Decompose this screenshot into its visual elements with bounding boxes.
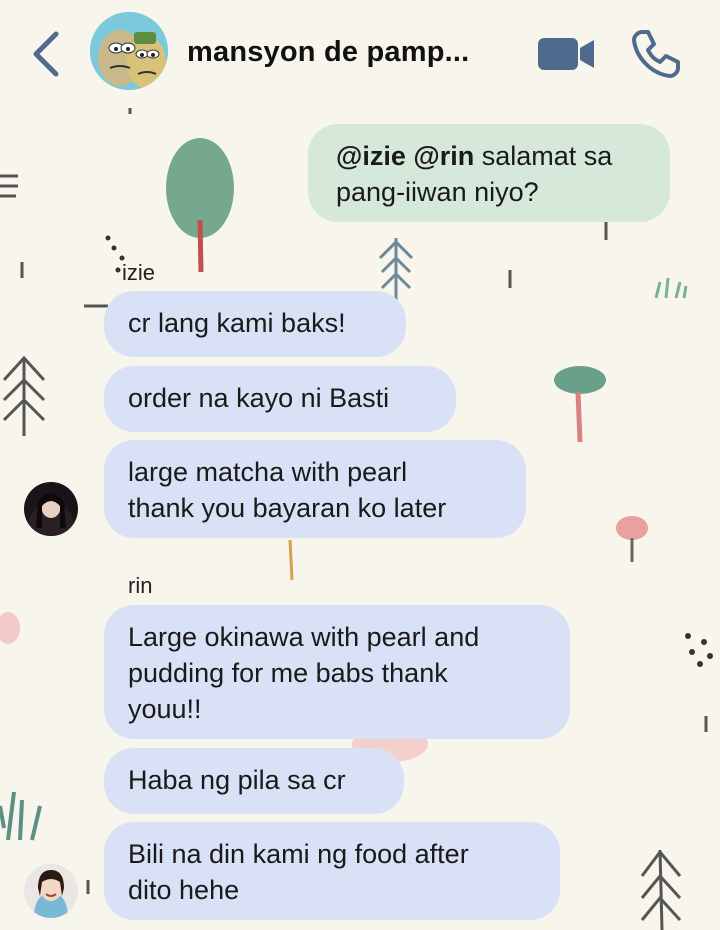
group-avatar[interactable] [90, 12, 168, 90]
outgoing-message[interactable]: @izie @rin salamat sa pang-iiwan niyo? [308, 124, 670, 222]
incoming-message[interactable]: Bili na din kami ng food after dito hehe [104, 822, 560, 920]
message-line: pang-iiwan niyo? [336, 177, 539, 207]
avatar-rin[interactable] [24, 864, 78, 918]
message-text: cr lang kami baks! [128, 308, 346, 338]
sender-name-izie: izie [122, 260, 156, 285]
group-avatar-image [90, 12, 168, 90]
message-line: dito hehe [128, 875, 240, 905]
message-line: pudding for me babs thank [128, 658, 448, 688]
message-line: thank you bayaran ko later [128, 493, 447, 523]
avatar-izie[interactable] [24, 482, 78, 536]
incoming-message[interactable]: cr lang kami baks! [104, 291, 406, 357]
pine-doodle-left [2, 355, 46, 436]
pine-doodle-bottom-right [640, 849, 682, 930]
message-line: Bili na din kami ng food after [128, 839, 469, 869]
sender-name-rin: rin [128, 573, 153, 598]
chat-header: mansyon de pamp... [0, 0, 720, 108]
mushroom-doodle-small [616, 516, 648, 562]
tree-doodle [166, 138, 234, 273]
incoming-message[interactable]: Large okinawa with pearl and pudding for… [104, 605, 570, 739]
grass-doodle [654, 277, 688, 299]
mention-rin[interactable]: @rin [413, 141, 474, 171]
chevron-left-icon[interactable] [28, 30, 62, 78]
avatar-image [24, 482, 78, 536]
video-camera-icon[interactable] [536, 34, 596, 74]
message-text: order na kayo ni Basti [128, 383, 390, 413]
message-text: Haba ng pila sa cr [128, 765, 346, 795]
chat-title[interactable]: mansyon de pamp... [187, 36, 517, 69]
message-line: @izie @rin salamat sa [336, 138, 646, 174]
incoming-message[interactable]: Haba ng pila sa cr [104, 748, 404, 814]
incoming-message[interactable]: large matcha with pearl thank you bayara… [104, 440, 526, 538]
mushroom-doodle [554, 366, 606, 443]
incoming-message[interactable]: order na kayo ni Basti [104, 366, 456, 432]
grass-doodle-left [0, 791, 42, 841]
pine-doodle [378, 238, 414, 300]
message-line: Large okinawa with pearl and [128, 622, 480, 652]
message-text: salamat sa [474, 141, 613, 171]
pink-blob-doodle [0, 612, 20, 644]
message-line: large matcha with pearl [128, 457, 408, 487]
phone-icon[interactable] [630, 28, 682, 80]
avatar-image [24, 864, 78, 918]
mention-izie[interactable]: @izie [336, 141, 406, 171]
message-line: youu!! [128, 694, 202, 724]
